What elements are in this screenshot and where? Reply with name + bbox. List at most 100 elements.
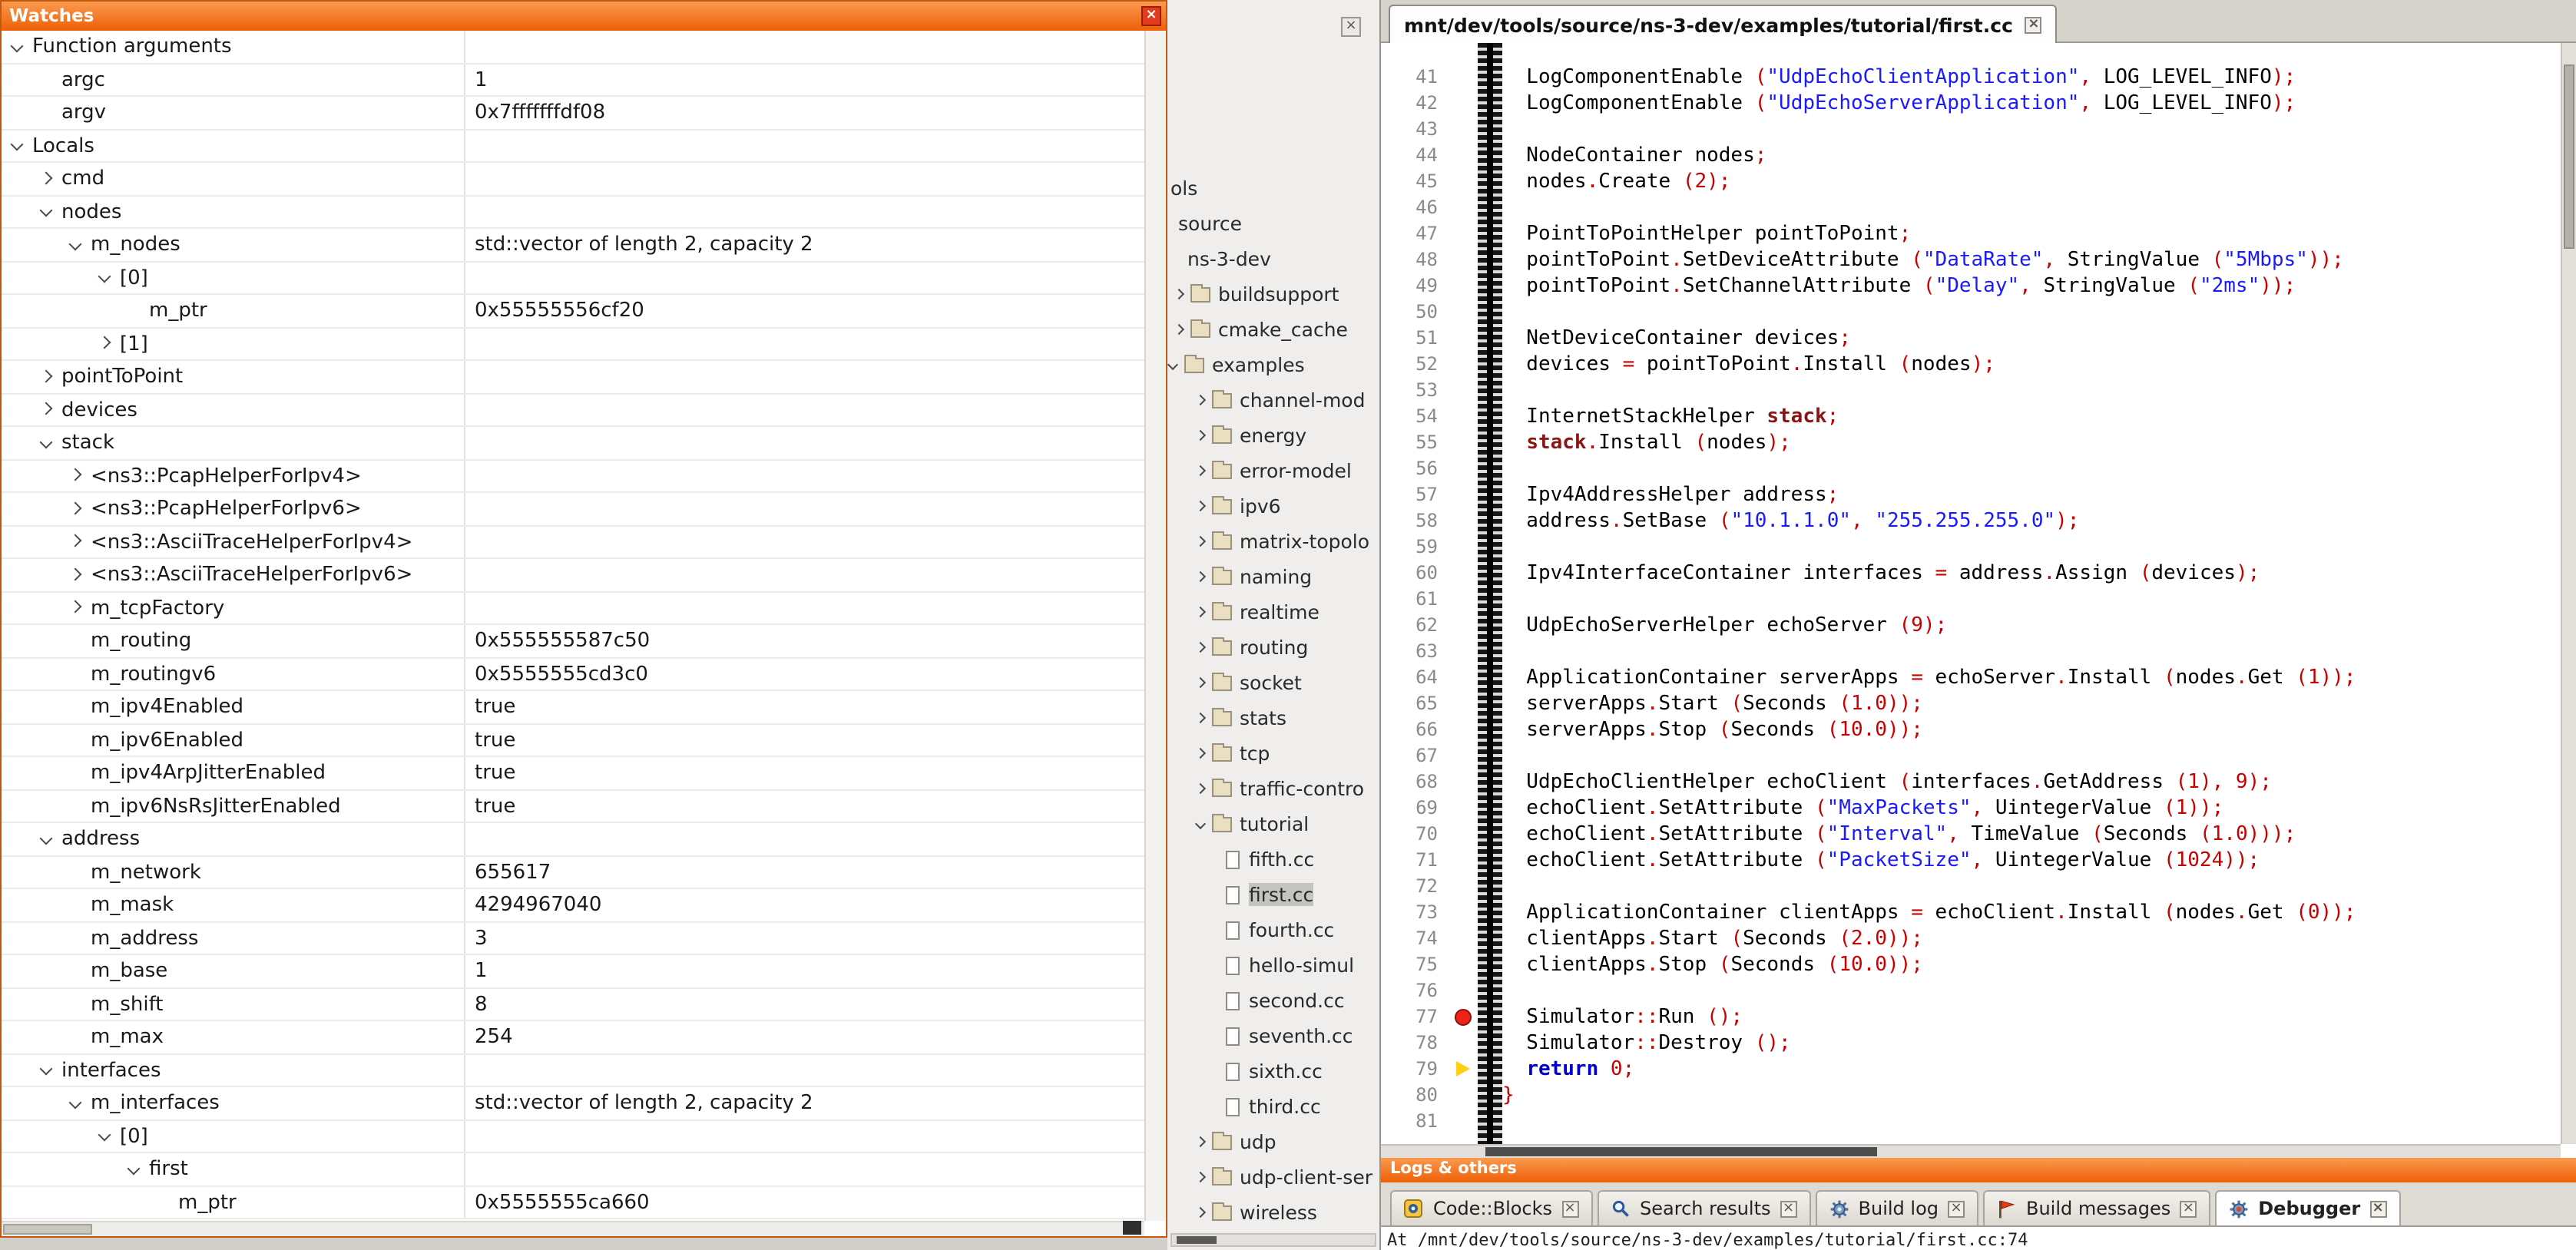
- breakpoint-icon[interactable]: [1455, 1008, 1472, 1025]
- code-line[interactable]: 69 echoClient.SetAttribute ("MaxPackets"…: [1381, 795, 2561, 822]
- tree-item[interactable]: ns-3-dev: [1167, 243, 1379, 278]
- marker-margin[interactable]: [1452, 508, 1478, 534]
- watch-row[interactable]: <ns3::PcapHelperForIpv6>: [2, 493, 1144, 526]
- chevron-right-icon[interactable]: [1174, 324, 1184, 335]
- chevron-right-icon[interactable]: [1195, 677, 1206, 688]
- watch-row[interactable]: Function arguments: [2, 31, 1144, 64]
- watch-row[interactable]: argc1: [2, 64, 1144, 97]
- chevron-down-icon[interactable]: [1195, 818, 1206, 829]
- chevron-right-icon[interactable]: [1195, 571, 1206, 582]
- watch-row[interactable]: m_ptr0x55555556cf20: [2, 295, 1144, 328]
- code-line[interactable]: 81: [1381, 1109, 2561, 1135]
- panel-close-icon[interactable]: ×: [1341, 17, 1361, 37]
- chevron-right-icon[interactable]: [1195, 713, 1206, 723]
- marker-margin[interactable]: [1452, 613, 1478, 639]
- chevron-down-icon[interactable]: [127, 1162, 141, 1175]
- tree-item[interactable]: stats: [1167, 702, 1379, 737]
- watches-horizontal-scrollbar[interactable]: [2, 1221, 1144, 1236]
- chevron-right-icon[interactable]: [69, 468, 82, 481]
- marker-margin[interactable]: [1452, 769, 1478, 795]
- close-tab-icon[interactable]: ×: [2369, 1200, 2386, 1217]
- chevron-right-icon[interactable]: [1174, 289, 1184, 299]
- chevron-right-icon[interactable]: [1195, 395, 1206, 405]
- code-line[interactable]: 75 clientApps.Stop (Seconds (10.0));: [1381, 952, 2561, 978]
- marker-margin[interactable]: [1452, 795, 1478, 822]
- chevron-down-icon[interactable]: [98, 270, 111, 283]
- tree-item[interactable]: third.cc: [1167, 1090, 1379, 1126]
- watches-vertical-scrollbar[interactable]: [1144, 31, 1166, 1221]
- tree-item[interactable]: source: [1167, 207, 1379, 243]
- code-line[interactable]: 60 Ipv4InterfaceContainer interfaces = a…: [1381, 561, 2561, 587]
- watch-row[interactable]: m_network655617: [2, 856, 1144, 889]
- watch-row[interactable]: m_ipv4ArpJitterEnabledtrue: [2, 757, 1144, 790]
- chevron-right-icon[interactable]: [40, 171, 53, 184]
- chevron-right-icon[interactable]: [1195, 465, 1206, 476]
- watch-row[interactable]: devices: [2, 394, 1144, 427]
- tree-item[interactable]: routing: [1167, 631, 1379, 666]
- chevron-right-icon[interactable]: [1195, 536, 1206, 547]
- tree-item[interactable]: naming: [1167, 561, 1379, 596]
- editor-tab[interactable]: mnt/dev/tools/source/ns-3-dev/examples/t…: [1389, 5, 2058, 43]
- code-area[interactable]: 41 LogComponentEnable ("UdpEchoClientApp…: [1381, 43, 2561, 1144]
- code-line[interactable]: 42 LogComponentEnable ("UdpEchoServerApp…: [1381, 91, 2561, 117]
- chevron-down-icon[interactable]: [40, 832, 53, 845]
- watch-row[interactable]: [1]: [2, 328, 1144, 361]
- watch-row[interactable]: stack: [2, 427, 1144, 460]
- marker-margin[interactable]: [1452, 326, 1478, 352]
- marker-margin[interactable]: [1452, 1057, 1478, 1083]
- logs-tab-debugger[interactable]: Debugger×: [2215, 1190, 2400, 1225]
- chevron-down-icon[interactable]: [11, 39, 24, 52]
- code-line[interactable]: 66 serverApps.Stop (Seconds (10.0));: [1381, 717, 2561, 743]
- code-line[interactable]: 74 clientApps.Start (Seconds (2.0));: [1381, 926, 2561, 952]
- tree-item[interactable]: traffic-contro: [1167, 772, 1379, 808]
- watch-row[interactable]: m_base1: [2, 955, 1144, 988]
- marker-margin[interactable]: [1452, 639, 1478, 665]
- watch-row[interactable]: m_interfacesstd::vector of length 2, cap…: [2, 1087, 1144, 1120]
- code-line[interactable]: 62 UdpEchoServerHelper echoServer (9);: [1381, 613, 2561, 639]
- marker-margin[interactable]: [1452, 378, 1478, 404]
- marker-margin[interactable]: [1452, 482, 1478, 508]
- marker-margin[interactable]: [1452, 143, 1478, 169]
- watch-row[interactable]: m_ptr0x5555555ca660: [2, 1186, 1144, 1219]
- tree-item[interactable]: channel-mod: [1167, 384, 1379, 419]
- tree-item[interactable]: matrix-topolo: [1167, 525, 1379, 561]
- marker-margin[interactable]: [1452, 352, 1478, 378]
- chevron-right-icon[interactable]: [69, 567, 82, 580]
- watch-row[interactable]: pointToPoint: [2, 361, 1144, 394]
- marker-margin[interactable]: [1452, 404, 1478, 430]
- code-line[interactable]: 80}: [1381, 1083, 2561, 1109]
- logs-tab-search-results[interactable]: Search results×: [1597, 1190, 1811, 1225]
- tree-item[interactable]: ipv6: [1167, 490, 1379, 525]
- code-line[interactable]: 45 nodes.Create (2);: [1381, 169, 2561, 195]
- close-tab-icon[interactable]: ×: [2025, 16, 2042, 33]
- watch-row[interactable]: [0]: [2, 1120, 1144, 1153]
- marker-margin[interactable]: [1452, 691, 1478, 717]
- scrollbar-handle[interactable]: [2564, 64, 2574, 249]
- chevron-down-icon[interactable]: [98, 1129, 111, 1142]
- marker-margin[interactable]: [1452, 299, 1478, 326]
- tree-item[interactable]: buildsupport: [1167, 278, 1379, 313]
- chevron-right-icon[interactable]: [1195, 1207, 1206, 1218]
- code-line[interactable]: 44 NodeContainer nodes;: [1381, 143, 2561, 169]
- watch-row[interactable]: m_shift8: [2, 988, 1144, 1021]
- marker-margin[interactable]: [1452, 247, 1478, 273]
- chevron-right-icon[interactable]: [69, 534, 82, 547]
- watch-row[interactable]: [0]: [2, 262, 1144, 295]
- code-line[interactable]: 70 echoClient.SetAttribute ("Interval", …: [1381, 822, 2561, 848]
- close-tab-icon[interactable]: ×: [1561, 1200, 1578, 1217]
- tree-item[interactable]: second.cc: [1167, 984, 1379, 1020]
- chevron-right-icon[interactable]: [1195, 1136, 1206, 1147]
- chevron-down-icon[interactable]: [40, 435, 53, 448]
- watch-row[interactable]: argv0x7fffffffdf08: [2, 97, 1144, 130]
- chevron-right-icon[interactable]: [1195, 607, 1206, 617]
- chevron-down-icon[interactable]: [69, 237, 82, 250]
- code-line[interactable]: 48 pointToPoint.SetDeviceAttribute ("Dat…: [1381, 247, 2561, 273]
- marker-margin[interactable]: [1452, 1083, 1478, 1109]
- marker-margin[interactable]: [1452, 952, 1478, 978]
- watch-row[interactable]: m_ipv4Enabledtrue: [2, 691, 1144, 724]
- code-line[interactable]: 52 devices = pointToPoint.Install (nodes…: [1381, 352, 2561, 378]
- marker-margin[interactable]: [1452, 430, 1478, 456]
- code-line[interactable]: 65 serverApps.Start (Seconds (1.0));: [1381, 691, 2561, 717]
- chevron-right-icon[interactable]: [69, 501, 82, 514]
- scrollbar-handle[interactable]: [1485, 1147, 1877, 1156]
